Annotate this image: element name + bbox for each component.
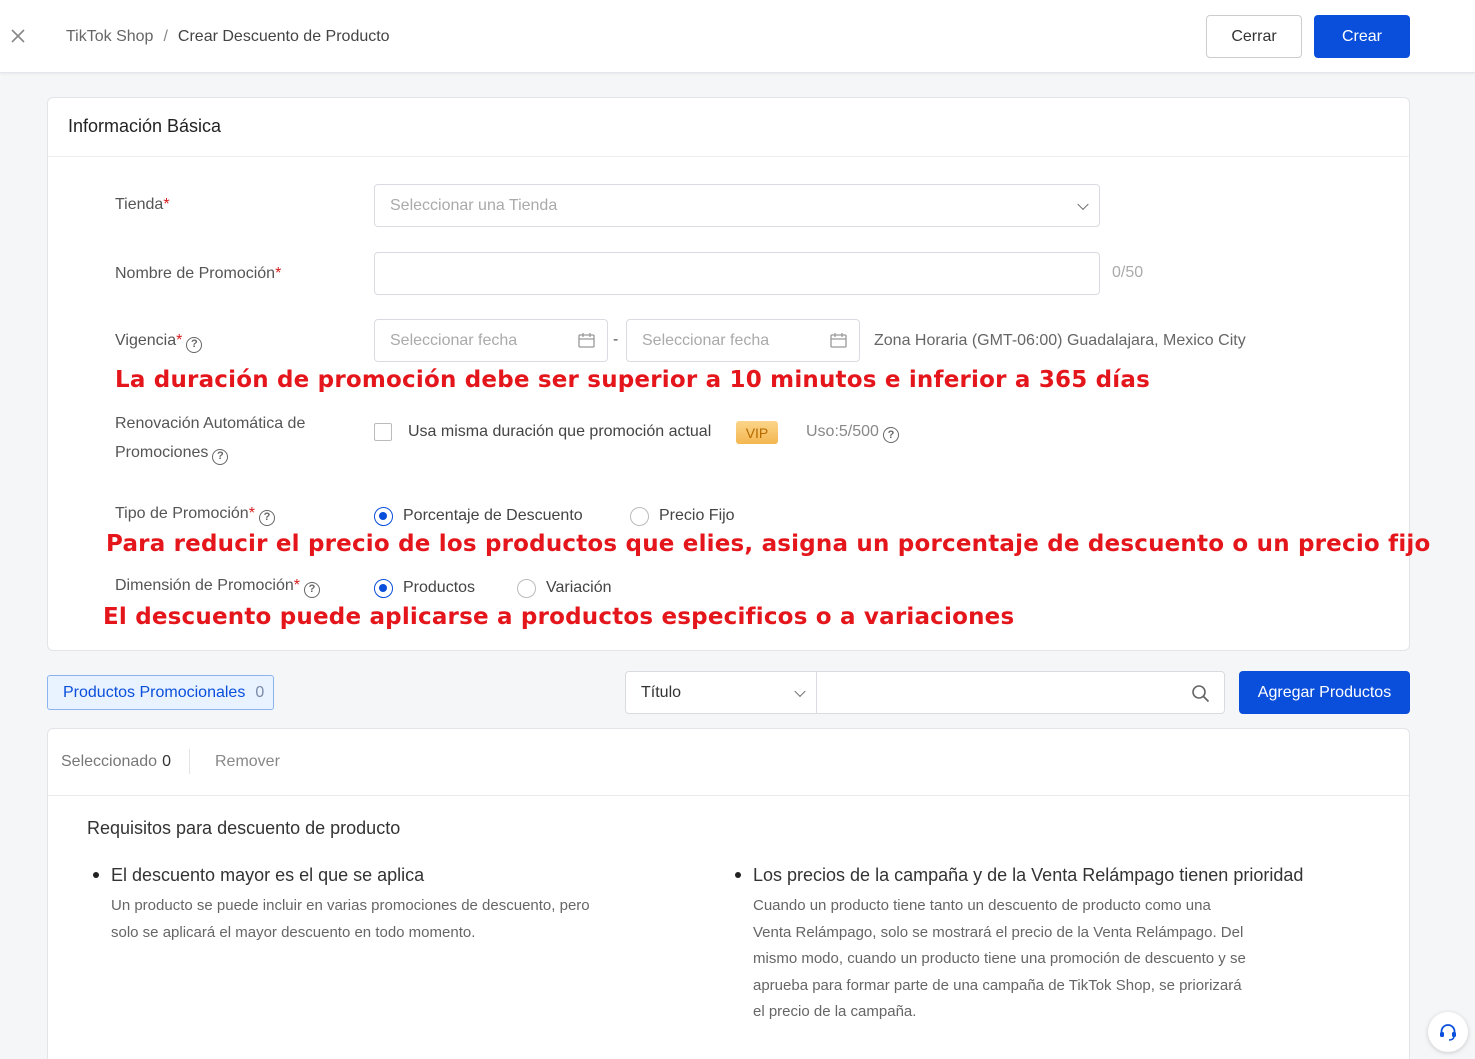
requirement-1-line: Un producto se puede incluir en varias p… bbox=[111, 897, 590, 914]
help-icon[interactable]: ? bbox=[212, 448, 229, 465]
dimension-label: Dimensión de Promoción*? bbox=[115, 571, 320, 600]
usage-value: Uso:5/500 bbox=[806, 423, 879, 440]
validity-label: Vigencia*? bbox=[115, 326, 203, 355]
promotional-products-label: Productos Promocionales bbox=[63, 683, 246, 701]
renewal-checkbox-label: Usa misma duración que promoción actual bbox=[408, 423, 712, 440]
renewal-label-line1: Renovación Automática de bbox=[115, 415, 306, 432]
create-button[interactable]: Crear bbox=[1314, 15, 1410, 58]
store-label: Tienda* bbox=[115, 190, 170, 219]
requirement-1-line: solo se aplicará el mayor descuento en t… bbox=[111, 923, 476, 941]
annotation-dimension: El descuento puede aplicarse a productos… bbox=[103, 604, 1015, 630]
dimension-label-text: Dimensión de Promoción bbox=[115, 577, 294, 594]
chevron-down-icon bbox=[794, 685, 806, 697]
required-mark: * bbox=[293, 577, 300, 594]
requirement-2-line: Cuando un producto tiene tanto un descue… bbox=[753, 897, 1211, 914]
divider bbox=[189, 749, 190, 774]
filter-field-select[interactable]: Título bbox=[625, 671, 817, 714]
divider bbox=[48, 156, 1409, 157]
renewal-label-line2-text: Promociones bbox=[115, 444, 209, 461]
promotion-name-input[interactable] bbox=[374, 252, 1100, 295]
selected-label: Seleccionado bbox=[61, 753, 158, 770]
bullet-dot bbox=[735, 872, 741, 878]
requirement-2-text: Cuando un producto tiene tanto un descue… bbox=[753, 893, 1246, 1026]
promotional-products-count: 0 bbox=[255, 683, 265, 701]
annotation-type: Para reducir el precio de los productos … bbox=[106, 531, 1431, 557]
calendar-icon bbox=[830, 333, 847, 348]
name-counter: 0/50 bbox=[1112, 264, 1144, 281]
vip-badge: VIP bbox=[736, 421, 778, 444]
filter-field-value: Título bbox=[641, 683, 682, 701]
radio-variation-label: Variación bbox=[546, 579, 612, 596]
required-mark: * bbox=[163, 196, 170, 213]
requirement-1-title: El descuento mayor es el que se aplica bbox=[111, 865, 425, 885]
radio-products[interactable] bbox=[374, 579, 393, 598]
support-button[interactable] bbox=[1428, 1012, 1468, 1052]
requirement-2-line: aprueba para formar parte de una campaña… bbox=[753, 976, 1242, 994]
requirement-2-title: Los precios de la campaña y de la Venta … bbox=[753, 865, 1304, 885]
radio-percentage-label: Porcentaje de Descuento bbox=[403, 507, 583, 524]
validity-label-text: Vigencia bbox=[115, 332, 177, 349]
promotional-products-tab[interactable]: Productos Promocionales 0 bbox=[47, 675, 274, 710]
radio-fixed-price-label: Precio Fijo bbox=[659, 507, 735, 524]
store-label-text: Tienda bbox=[115, 196, 164, 213]
chevron-down-icon bbox=[1077, 198, 1089, 210]
requirement-2-line: Venta Relámpago, solo se mostrará el pre… bbox=[753, 923, 1244, 941]
selected-count: Seleccionado 0 bbox=[61, 753, 171, 771]
help-icon[interactable]: ? bbox=[882, 427, 899, 443]
requirements-title: Requisitos para descuento de producto bbox=[87, 818, 401, 838]
end-date-placeholder: Seleccionar fecha bbox=[642, 331, 770, 349]
store-select[interactable]: Seleccionar una Tienda bbox=[374, 184, 1100, 227]
usage-text: Uso:5/500? bbox=[806, 423, 899, 443]
product-search-input[interactable] bbox=[816, 671, 1225, 714]
radio-fixed-price[interactable] bbox=[630, 507, 649, 526]
headset-icon bbox=[1440, 1024, 1456, 1041]
breadcrumb: TikTok Shop / Crear Descuento de Producto bbox=[66, 28, 390, 46]
help-icon[interactable]: ? bbox=[258, 509, 275, 526]
required-mark: * bbox=[275, 265, 282, 282]
close-button[interactable]: Cerrar bbox=[1206, 15, 1302, 58]
renewal-label: Renovación Automática de Promociones? bbox=[115, 409, 305, 467]
breadcrumb-current: Crear Descuento de Producto bbox=[177, 28, 390, 45]
name-label-text: Nombre de Promoción bbox=[115, 265, 276, 282]
renewal-checkbox[interactable] bbox=[374, 423, 392, 441]
card-title: Información Básica bbox=[68, 116, 222, 136]
add-products-button[interactable]: Agregar Productos bbox=[1239, 671, 1410, 714]
start-date-input[interactable]: Seleccionar fecha bbox=[374, 319, 608, 362]
bullet-dot bbox=[93, 872, 99, 878]
radio-variation[interactable] bbox=[517, 579, 536, 598]
annotation-duration: La duración de promoción debe ser superi… bbox=[115, 367, 1150, 393]
end-date-input[interactable]: Seleccionar fecha bbox=[626, 319, 860, 362]
store-placeholder: Seleccionar una Tienda bbox=[390, 196, 558, 214]
radio-products-label: Productos bbox=[403, 579, 476, 596]
search-icon[interactable] bbox=[1191, 684, 1210, 703]
name-label: Nombre de Promoción* bbox=[115, 259, 281, 288]
renewal-label-line2: Promociones? bbox=[115, 438, 305, 467]
products-card: Seleccionado 0 Remover Requisitos para de… bbox=[47, 728, 1410, 1059]
remove-button[interactable]: Remover bbox=[215, 753, 280, 771]
required-mark: * bbox=[176, 332, 183, 349]
required-mark: * bbox=[248, 505, 255, 522]
requirement-2-line: mismo modo, cuando un producto tiene una… bbox=[753, 950, 1246, 968]
selected-number: 0 bbox=[162, 753, 171, 770]
help-icon[interactable]: ? bbox=[186, 336, 203, 353]
timezone-text: Zona Horaria (GMT-06:00) Guadalajara, Me… bbox=[874, 332, 1246, 349]
radio-percentage[interactable] bbox=[374, 507, 393, 526]
breadcrumb-separator: / bbox=[163, 28, 168, 45]
requirement-2-line: el precio de la campaña. bbox=[753, 1003, 917, 1021]
promo-type-label: Tipo de Promoción*? bbox=[115, 499, 275, 528]
breadcrumb-root[interactable]: TikTok Shop bbox=[66, 28, 153, 45]
date-separator: - bbox=[613, 331, 619, 348]
requirement-1-text: Un producto se puede incluir en varias p… bbox=[111, 893, 590, 946]
top-bar: TikTok Shop / Crear Descuento de Producto … bbox=[0, 0, 1475, 73]
divider bbox=[48, 795, 1409, 796]
start-date-placeholder: Seleccionar fecha bbox=[390, 331, 518, 349]
calendar-icon bbox=[578, 333, 595, 348]
help-icon[interactable]: ? bbox=[303, 581, 320, 598]
promo-type-label-text: Tipo de Promoción bbox=[115, 505, 249, 522]
close-icon[interactable] bbox=[8, 26, 28, 46]
